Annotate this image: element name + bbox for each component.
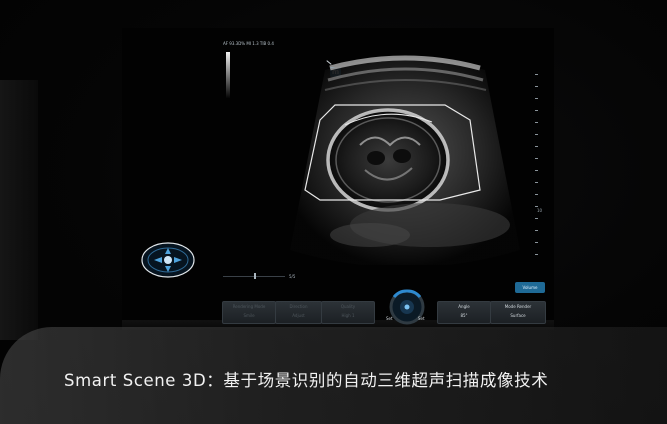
side-panel [0, 80, 38, 340]
soft-button-direction[interactable]: Direction Adjust [275, 301, 322, 324]
soft-button-top-label: Direction [289, 304, 308, 309]
slider-thumb[interactable] [254, 273, 256, 279]
soft-button-mode-render[interactable]: Mode Render Surface [490, 301, 546, 324]
soft-button-quality[interactable]: Quality High 1 [321, 301, 375, 324]
depth-scale [530, 72, 544, 262]
soft-button-top-label: Quality [340, 304, 356, 309]
grayscale-bar [226, 52, 230, 98]
slider-label: 5/5 [289, 274, 296, 279]
soft-button-bottom-label: Smile [243, 313, 255, 318]
soft-button-top-label: Angle [458, 304, 470, 309]
soft-button-top-label: Rendering Mode [232, 304, 266, 309]
soft-button-rendering-mode[interactable]: Rendering Mode Smile [222, 301, 276, 324]
volume-button[interactable]: Volume [515, 282, 545, 293]
depth-label: 10 [537, 208, 543, 213]
acquisition-info: AF 93.3D% MI 1.3 TIB 0.4 [223, 41, 274, 46]
soft-button-top-label: Mode Render [504, 304, 532, 309]
knob-left-label: Set [386, 316, 393, 321]
soft-button-bottom-label: Adjust [292, 313, 305, 318]
ultrasound-image [290, 55, 520, 265]
soft-button-bottom-label: High 1 [341, 313, 355, 318]
knob-right-label: Set [418, 316, 425, 321]
soft-button-bottom-label: Surface [510, 313, 526, 318]
caption-text: Smart Scene 3D：基于场景识别的自动三维超声扫描成像技术 [64, 371, 549, 390]
soft-button-angle[interactable]: Angle 85° [437, 301, 491, 324]
soft-button-bottom-label: 85° [460, 313, 468, 318]
orientation-icon[interactable] [140, 240, 196, 280]
